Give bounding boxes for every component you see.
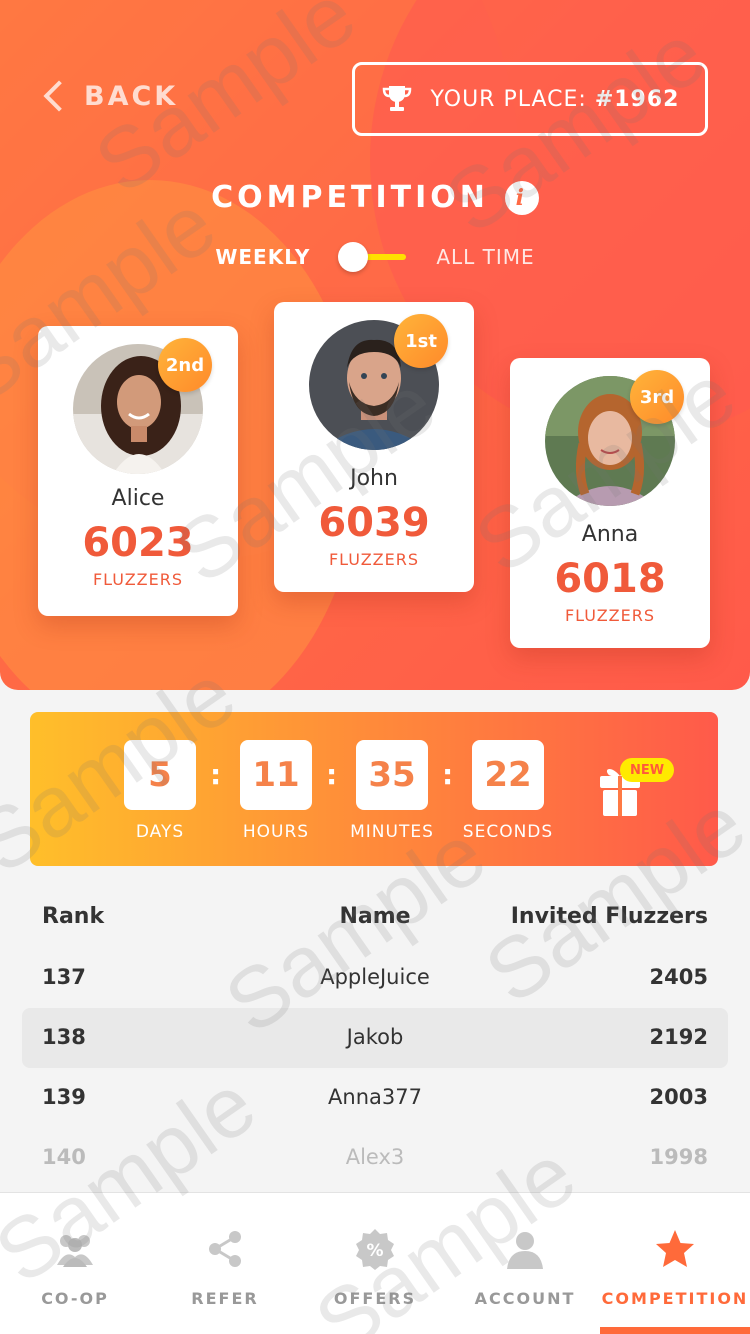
toggle-label-all-time[interactable]: ALL TIME (436, 245, 534, 269)
page-title: COMPETITION (211, 180, 489, 215)
column-header-invited: Invited Fluzzers (510, 904, 708, 929)
star-icon (656, 1230, 694, 1267)
tab-label: ACCOUNT (474, 1289, 576, 1308)
countdown-minutes-value: 35 (356, 740, 428, 810)
player-score: 6039 (318, 500, 430, 546)
countdown-seconds-label: SECONDS (462, 822, 554, 842)
rank-badge: 3rd (630, 370, 684, 424)
score-unit: FLUZZERS (328, 550, 420, 569)
tab-competition[interactable]: COMPETITION (600, 1193, 750, 1334)
person-icon (507, 1232, 543, 1269)
tab-label: CO-OP (41, 1289, 109, 1308)
trophy-icon (382, 86, 411, 111)
tab-refer[interactable]: REFER (150, 1193, 300, 1334)
countdown-seconds-value: 22 (472, 740, 544, 810)
rank-badge: 2nd (158, 338, 212, 392)
tab-label: OFFERS (333, 1289, 417, 1308)
countdown-banner: 5 DAYS : 11 HOURS : 35 MINUTES : 22 SECO… (30, 712, 718, 866)
countdown-hours-label: HOURS (242, 822, 310, 842)
row-value: 2003 (649, 1085, 708, 1109)
period-toggle-switch[interactable] (338, 240, 408, 274)
your-place-text: YOUR PLACE: #1962 (430, 86, 680, 112)
row-name: Jakob (346, 1025, 404, 1049)
player-name: Anna (581, 522, 639, 547)
countdown-separator: : (210, 758, 222, 791)
podium-card-first[interactable]: 1st John 6039 FLUZZERS (274, 302, 474, 592)
countdown-minutes-label: MINUTES (350, 822, 434, 842)
toggle-knob[interactable] (338, 242, 369, 272)
player-name: John (350, 466, 398, 491)
row-name: AppleJuice (320, 965, 430, 989)
countdown-days-value: 5 (124, 740, 196, 810)
table-row-current-user[interactable]: 138 Jakob 2192 (22, 1008, 728, 1068)
row-value: 2192 (649, 1025, 708, 1049)
toggle-label-weekly[interactable]: WEEKLY (215, 245, 310, 269)
countdown-separator: : (442, 758, 454, 791)
info-icon[interactable]: i (504, 180, 539, 215)
tab-co-op[interactable]: CO-OP (0, 1193, 150, 1334)
active-tab-indicator (600, 1327, 750, 1334)
percent-badge-icon: % (356, 1229, 394, 1270)
table-row[interactable]: 139 Anna377 2003 (22, 1068, 728, 1128)
leaderboard-header: Rank Name Invited Fluzzers (0, 896, 750, 940)
row-name: Anna377 (328, 1085, 422, 1109)
table-row[interactable]: 137 AppleJuice 2405 (22, 948, 728, 1008)
countdown-days-label: DAYS (135, 822, 185, 842)
rank-badge: 1st (394, 314, 448, 368)
group-icon (57, 1235, 93, 1267)
countdown-separator: : (326, 758, 338, 791)
share-icon (209, 1231, 241, 1267)
player-score: 6018 (554, 556, 666, 602)
row-name: Alex3 (345, 1145, 405, 1169)
table-row[interactable]: 140 Alex3 1998 (22, 1128, 728, 1188)
svg-text:%: % (366, 1241, 383, 1261)
period-toggle-row: WEEKLY ALL TIME (0, 240, 750, 274)
countdown-hours-value: 11 (240, 740, 312, 810)
podium-card-second[interactable]: 2nd Alice 6023 FLUZZERS (38, 326, 238, 616)
row-value: 2405 (649, 965, 708, 989)
tab-account[interactable]: ACCOUNT (450, 1193, 600, 1334)
bottom-tab-bar: CO-OP REFER % OFFERS ACCOUNT COMPETITION (0, 1192, 750, 1334)
player-name: Alice (111, 486, 165, 511)
competition-title-row: COMPETITION i (0, 180, 750, 215)
score-unit: FLUZZERS (92, 570, 184, 589)
tab-label: COMPETITION (601, 1289, 749, 1308)
back-label: BACK (84, 80, 179, 112)
your-place-button[interactable]: YOUR PLACE: #1962 (352, 62, 708, 136)
podium-card-third[interactable]: 3rd Anna 6018 FLUZZERS (510, 358, 710, 648)
back-button[interactable]: BACK (40, 76, 178, 116)
tab-offers[interactable]: % OFFERS (300, 1193, 450, 1334)
chevron-left-icon (43, 80, 75, 112)
hero-header: BACK YOUR PLACE: #1962 COMPETITION i WEE… (0, 0, 750, 690)
your-place-value: #1962 (594, 86, 680, 112)
score-unit: FLUZZERS (564, 606, 656, 625)
tab-label: REFER (191, 1289, 259, 1308)
new-badge: NEW (620, 758, 674, 782)
row-value: 1998 (649, 1145, 708, 1169)
player-score: 6023 (82, 520, 194, 566)
